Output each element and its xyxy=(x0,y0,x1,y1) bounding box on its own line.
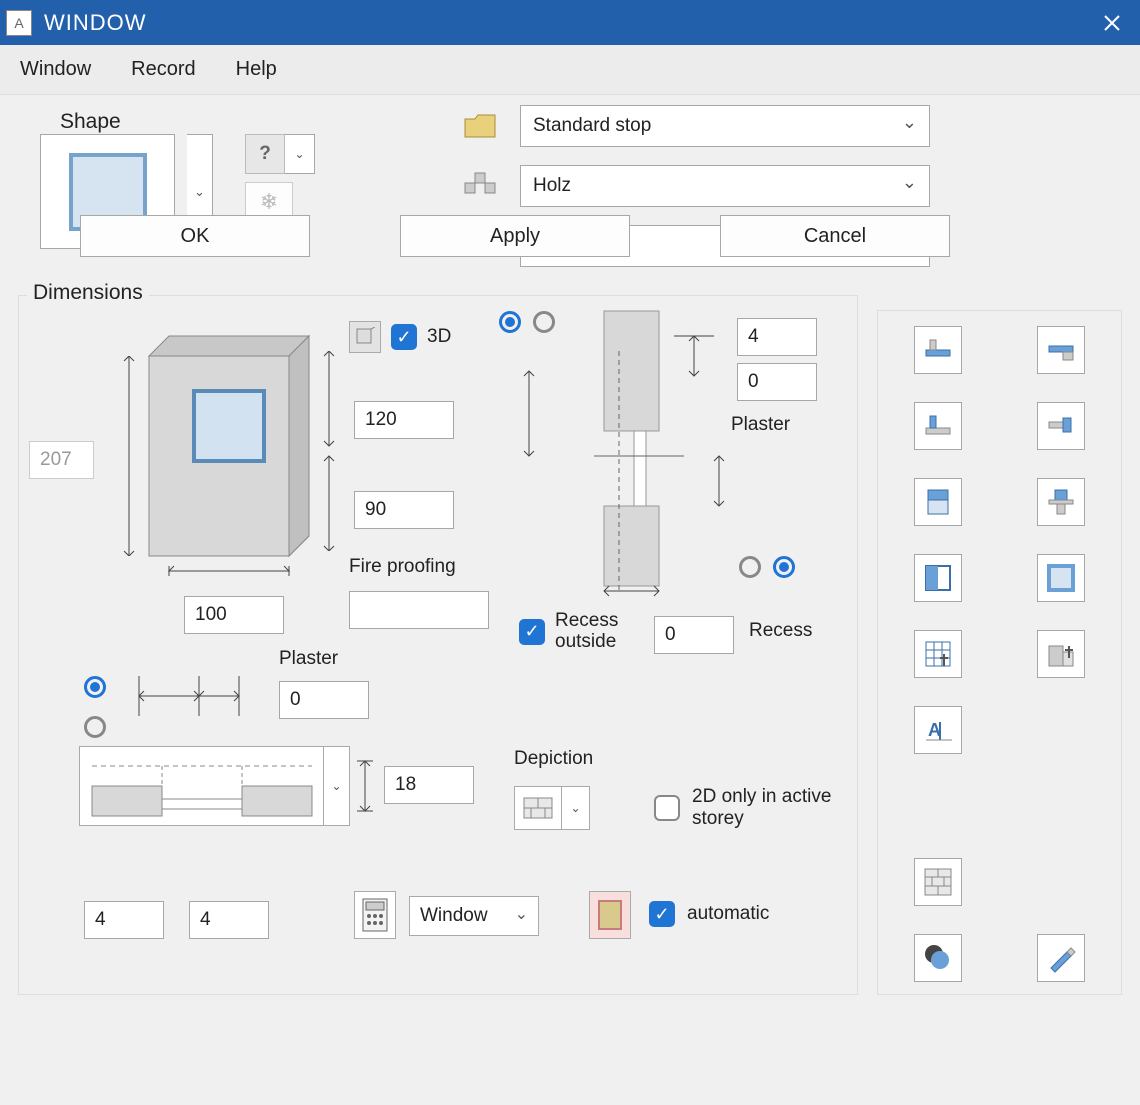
stop-value: Standard stop xyxy=(533,115,651,137)
dim-diagram-small xyxy=(129,666,269,726)
ok-button[interactable]: OK xyxy=(80,215,310,257)
input-bottom-b[interactable]: 4 xyxy=(189,901,269,939)
palette-sill-interior[interactable] xyxy=(1037,326,1085,374)
palette-wall-settings[interactable] xyxy=(1037,630,1085,678)
close-button[interactable] xyxy=(1089,0,1134,45)
color-swatch-icon xyxy=(598,900,622,930)
palette-sill-exterior[interactable] xyxy=(914,326,962,374)
label-3d: 3D xyxy=(427,326,451,348)
input-recess-outside[interactable]: 0 xyxy=(654,616,734,654)
label-automatic: automatic xyxy=(687,903,769,925)
palette-grid-settings[interactable] xyxy=(914,630,962,678)
profile-icon xyxy=(460,171,500,201)
help-button[interactable]: ? xyxy=(245,134,285,174)
question-icon: ? xyxy=(259,143,271,165)
calculator-icon xyxy=(362,898,388,932)
section-diagram[interactable] xyxy=(79,746,324,826)
menubar: Window Record Help xyxy=(0,45,1140,95)
radio-plaster-left-on[interactable] xyxy=(84,676,106,698)
recess-outside-label: Recess outside xyxy=(555,611,635,653)
dim-arrow-thickness xyxy=(354,746,376,826)
input-width-100[interactable]: 100 xyxy=(184,596,284,634)
palette-shutter[interactable] xyxy=(1037,478,1085,526)
palette-reveal-exterior[interactable] xyxy=(914,402,962,450)
plaster-left-label: Plaster xyxy=(279,648,338,670)
titlebar: A WINDOW xyxy=(0,0,1140,45)
checkbox-automatic[interactable]: ✓ xyxy=(649,901,675,927)
window-select[interactable]: Window ⌄ xyxy=(409,896,539,936)
fire-proofing-label: Fire proofing xyxy=(349,556,456,578)
input-fire-proofing[interactable] xyxy=(349,591,489,629)
wall-3d-diagram xyxy=(119,326,329,586)
radio-plaster-left-off[interactable] xyxy=(84,716,106,738)
menu-window[interactable]: Window xyxy=(20,58,91,81)
palette-wall-material[interactable] xyxy=(914,858,962,906)
checkbox-recess-outside[interactable]: ✓ xyxy=(519,619,545,645)
color-swatch-button[interactable] xyxy=(589,891,631,939)
label-2d-only: 2D only in active storey xyxy=(692,786,832,830)
window-title: WINDOW xyxy=(44,10,1089,36)
cancel-button[interactable]: Cancel xyxy=(720,215,950,257)
palette-label-settings[interactable]: A xyxy=(914,706,962,754)
dim-arrow-left xyxy=(119,356,139,556)
checkbox-2d-only[interactable] xyxy=(654,795,680,821)
help-dropdown-caret[interactable]: ⌄ xyxy=(285,134,315,174)
material-value: Holz xyxy=(533,175,571,197)
input-height-120[interactable]: 120 xyxy=(354,401,454,439)
depiction-label: Depiction xyxy=(514,748,593,770)
apply-button[interactable]: Apply xyxy=(400,215,630,257)
material-dropdown[interactable]: Holz xyxy=(520,165,930,207)
palette-color-edit[interactable] xyxy=(914,934,962,982)
app-icon: A xyxy=(6,10,32,36)
dim-arrow-right xyxy=(319,351,339,551)
side-palette: A xyxy=(877,310,1122,995)
input-top-4[interactable]: 4 xyxy=(737,318,817,356)
folder-icon xyxy=(460,113,500,139)
depiction-icon-button[interactable] xyxy=(514,786,562,830)
input-bottom-a[interactable]: 4 xyxy=(84,901,164,939)
dimensions-label: Dimensions xyxy=(27,281,149,305)
input-height-90[interactable]: 90 xyxy=(354,491,454,529)
stop-dropdown[interactable]: Standard stop xyxy=(520,105,930,147)
snowflake-icon: ❄ xyxy=(260,189,278,215)
menu-help[interactable]: Help xyxy=(236,58,277,81)
input-plaster-left[interactable]: 0 xyxy=(279,681,369,719)
brick-icon xyxy=(523,797,553,819)
dimensions-group: Dimensions 207 ✓ 3D 120 90 100 xyxy=(18,295,858,995)
plaster-right-label: Plaster xyxy=(731,414,790,436)
vertical-section-diagram xyxy=(494,306,744,601)
palette-frame[interactable] xyxy=(1037,554,1085,602)
palette-sash[interactable] xyxy=(914,554,962,602)
checkbox-3d[interactable]: ✓ xyxy=(391,324,417,350)
view-mode-icon[interactable] xyxy=(349,321,381,353)
input-207[interactable]: 207 xyxy=(29,441,94,479)
calculator-button[interactable] xyxy=(354,891,396,939)
palette-reveal-interior[interactable] xyxy=(1037,402,1085,450)
section-dropdown-caret[interactable]: ⌄ xyxy=(324,746,350,826)
menu-record[interactable]: Record xyxy=(131,58,195,81)
recess-label: Recess xyxy=(749,620,812,642)
depiction-dropdown-caret[interactable]: ⌄ xyxy=(562,786,590,830)
radio-section-bot-a[interactable] xyxy=(739,556,761,578)
palette-pen-edit[interactable] xyxy=(1037,934,1085,982)
close-icon xyxy=(1104,15,1120,31)
radio-section-bot-b[interactable] xyxy=(773,556,795,578)
input-wall-thickness[interactable]: 18 xyxy=(384,766,474,804)
palette-blind[interactable] xyxy=(914,478,962,526)
input-top-0[interactable]: 0 xyxy=(737,363,817,401)
